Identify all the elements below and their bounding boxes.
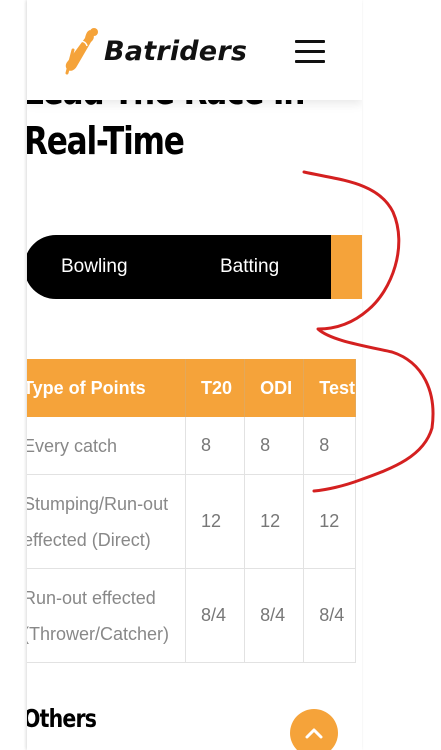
brand-name: Batriders xyxy=(104,35,248,67)
cell-odi: 12 xyxy=(244,474,305,569)
headline-line-2: Real-Time xyxy=(27,119,185,163)
col-header-type: Type of Points xyxy=(27,359,187,417)
table-row: Every catch 8 8 8 xyxy=(27,417,356,475)
tab-bowling[interactable]: Bowling xyxy=(61,235,128,299)
cell-type: Stumping/Run-out effected (Direct) xyxy=(27,474,187,569)
cell-test: 12 xyxy=(303,474,356,569)
cell-test: 8/4 xyxy=(303,568,356,663)
cell-odi: 8 xyxy=(244,417,305,475)
cell-type-line1: Every catch xyxy=(27,435,118,456)
cell-t20: 8/4 xyxy=(185,568,246,663)
points-table-header: Type of Points T20 ODI Test xyxy=(27,359,356,417)
bat-ball-logo-icon xyxy=(65,28,98,75)
hamburger-menu-icon[interactable] xyxy=(295,38,325,64)
cell-type-line1: Run-out effected xyxy=(27,587,156,608)
cell-test: 8 xyxy=(303,417,356,475)
col-header-t20: T20 xyxy=(185,359,246,417)
scroll-to-top-button[interactable] xyxy=(290,709,338,750)
brand-logo[interactable]: Batriders xyxy=(64,26,247,76)
tab-active-indicator[interactable] xyxy=(331,235,362,299)
mobile-viewport: Batriders Lead The Race In Real-Time Bow… xyxy=(27,0,362,750)
table-row: Stumping/Run-out effected (Direct) 12 12… xyxy=(27,474,356,569)
chevron-up-icon xyxy=(305,728,323,739)
col-header-test: Test xyxy=(303,359,356,417)
site-header: Batriders xyxy=(27,0,362,100)
cell-type-line1: Stumping/Run-out xyxy=(27,493,169,514)
cell-type: Run-out effected (Thrower/Catcher) xyxy=(27,568,187,663)
cell-t20: 8 xyxy=(185,417,246,475)
format-tabs: Bowling Batting xyxy=(27,235,362,299)
col-header-odi: ODI xyxy=(244,359,305,417)
others-heading: Others xyxy=(27,704,97,733)
cell-t20: 12 xyxy=(185,474,246,569)
cell-type: Every catch xyxy=(27,417,187,475)
tab-batting[interactable]: Batting xyxy=(220,235,279,299)
table-row: Run-out effected (Thrower/Catcher) 8/4 8… xyxy=(27,568,356,663)
cell-type-line2: effected (Direct) xyxy=(27,529,151,550)
cell-odi: 8/4 xyxy=(244,568,305,663)
cell-type-line2: (Thrower/Catcher) xyxy=(27,623,170,644)
points-table: Type of Points T20 ODI Test Every catch … xyxy=(27,359,356,663)
